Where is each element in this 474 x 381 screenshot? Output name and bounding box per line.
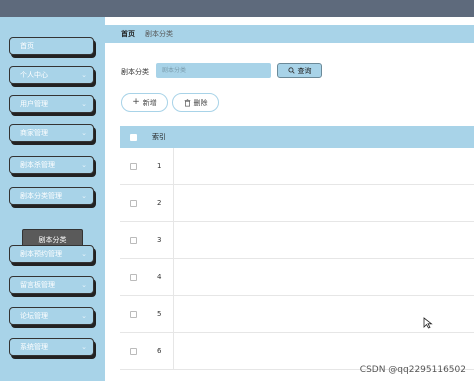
row-checkbox[interactable] — [129, 347, 137, 355]
plus-icon: + — [132, 97, 140, 107]
row-index: 2 — [146, 185, 174, 221]
sidebar-item-user-management[interactable]: 用户管理 ⌄ — [9, 95, 94, 113]
table-row[interactable]: 3 — [120, 222, 474, 259]
row-cells — [174, 185, 474, 221]
chevron-down-icon: ⌄ — [81, 100, 87, 108]
sidebar-item-home[interactable]: 首页 — [9, 37, 94, 55]
header-checkbox-cell — [120, 133, 146, 141]
breadcrumb: 首页 剧本分类 — [105, 25, 474, 43]
chevron-down-icon: ⌄ — [81, 71, 87, 79]
sidebar-item-label: 用户管理 — [20, 100, 48, 108]
chevron-down-icon: ⌄ — [81, 281, 87, 289]
row-checkbox[interactable] — [129, 199, 137, 207]
sidebar-item-label: 系统管理 — [20, 343, 48, 351]
add-button[interactable]: + 新增 — [121, 93, 168, 112]
row-checkbox[interactable] — [129, 236, 137, 244]
chevron-down-icon: ⌄ — [81, 343, 87, 351]
sidebar-item-script-category-management[interactable]: 剧本分类管理 ⌄ — [9, 187, 94, 205]
column-header-index[interactable]: 索引 — [146, 132, 174, 142]
sidebar-item-label: 商家管理 — [20, 129, 48, 137]
query-button[interactable]: 查询 — [277, 63, 322, 78]
sidebar-item-message-board-management[interactable]: 留言板管理 ⌄ — [9, 276, 94, 294]
sidebar-item-merchant-management[interactable]: 商家管理 ⌄ — [9, 124, 94, 142]
breadcrumb-home[interactable]: 首页 — [121, 29, 135, 39]
trash-icon — [184, 98, 190, 106]
chevron-down-icon: ⌄ — [81, 161, 87, 169]
row-index: 4 — [146, 259, 174, 295]
search-input[interactable] — [156, 63, 271, 78]
sidebar-item-label: 论坛管理 — [20, 312, 48, 320]
delete-button-label: 删除 — [193, 98, 208, 107]
mouse-cursor-icon — [423, 317, 433, 329]
search-label: 剧本分类 — [121, 68, 149, 76]
sidebar: 首页 个人中心 ⌄ 用户管理 ⌄ 商家管理 ⌄ 剧本杀管理 ⌄ 剧本分类管理 ⌄… — [0, 17, 105, 381]
table-row[interactable]: 1 — [120, 148, 474, 185]
row-checkbox[interactable] — [129, 273, 137, 281]
data-table: 索引 1 2 3 4 5 6 — [120, 126, 474, 370]
row-checkbox[interactable] — [129, 162, 137, 170]
sidebar-item-label: 个人中心 — [20, 71, 48, 79]
sidebar-item-label: 剧本杀管理 — [20, 161, 55, 169]
top-bar — [0, 0, 474, 17]
watermark: CSDN @qq2295116502 — [359, 365, 466, 375]
delete-button[interactable]: 删除 — [172, 93, 219, 112]
sidebar-item-label: 剧本分类管理 — [20, 192, 62, 200]
table-header: 索引 — [120, 126, 474, 148]
sidebar-item-personal-center[interactable]: 个人中心 ⌄ — [9, 66, 94, 84]
table-row[interactable]: 2 — [120, 185, 474, 222]
sidebar-item-forum-management[interactable]: 论坛管理 ⌄ — [9, 307, 94, 325]
sidebar-item-label: 首页 — [20, 42, 34, 50]
row-index: 1 — [146, 148, 174, 184]
row-index: 3 — [146, 222, 174, 258]
sidebar-item-script-management[interactable]: 剧本杀管理 ⌄ — [9, 156, 94, 174]
chevron-down-icon: ⌄ — [81, 129, 87, 137]
row-cells — [174, 333, 474, 369]
row-index: 6 — [146, 333, 174, 369]
chevron-down-icon: ⌄ — [81, 312, 87, 320]
row-cells — [174, 148, 474, 184]
row-index: 5 — [146, 296, 174, 332]
select-all-checkbox[interactable] — [129, 133, 137, 141]
row-cells — [174, 222, 474, 258]
row-cells — [174, 259, 474, 295]
chevron-down-icon: ⌄ — [81, 192, 87, 200]
sidebar-item-reservation-management[interactable]: 剧本预约管理 ⌄ — [9, 245, 94, 263]
submenu-item-label: 剧本分类 — [38, 236, 67, 244]
main-content: 首页 剧本分类 剧本分类 查询 + 新增 删除 索引 1 — [105, 17, 474, 381]
sidebar-item-system-management[interactable]: 系统管理 ⌄ — [9, 338, 94, 356]
table-row[interactable]: 4 — [120, 259, 474, 296]
chevron-down-icon: ⌄ — [81, 250, 87, 258]
query-button-label: 查询 — [297, 66, 312, 75]
table-row[interactable]: 5 — [120, 296, 474, 333]
sidebar-item-label: 剧本预约管理 — [20, 250, 62, 258]
breadcrumb-current: 剧本分类 — [145, 30, 173, 38]
add-button-label: 新增 — [142, 98, 157, 107]
sidebar-item-label: 留言板管理 — [20, 281, 55, 289]
row-checkbox[interactable] — [129, 310, 137, 318]
search-icon — [287, 67, 295, 74]
